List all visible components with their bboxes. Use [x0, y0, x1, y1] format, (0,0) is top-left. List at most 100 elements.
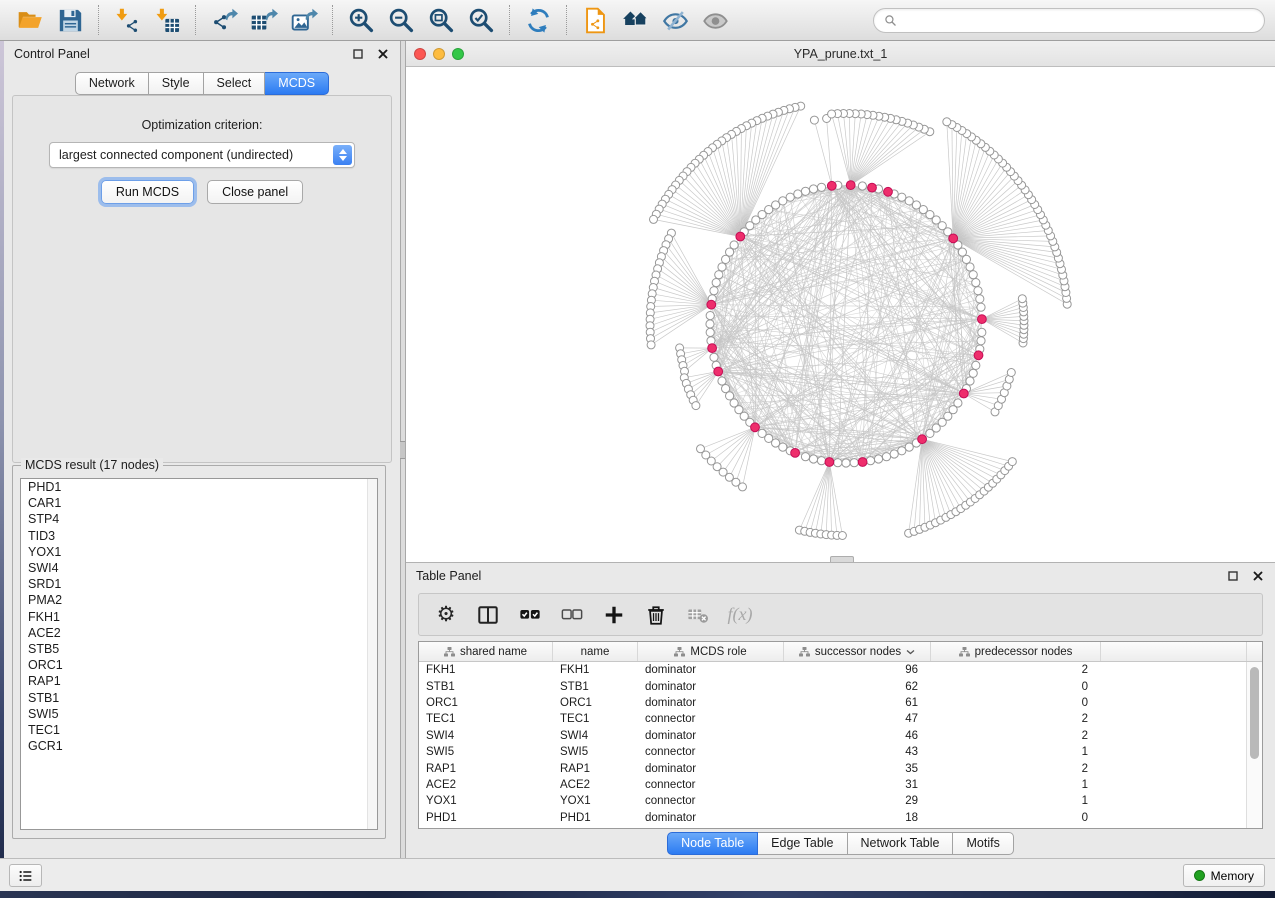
network-node[interactable] — [791, 449, 800, 458]
mcds-result-item[interactable]: TID3 — [21, 528, 377, 544]
network-node[interactable] — [786, 193, 794, 201]
network-node[interactable] — [858, 458, 867, 467]
network-node[interactable] — [977, 337, 985, 345]
network-node[interactable] — [898, 193, 906, 201]
network-node[interactable] — [974, 351, 983, 360]
table-row[interactable]: SWI5SWI5connector431 — [419, 744, 1247, 760]
column-header-name[interactable]: name — [553, 642, 638, 661]
mcds-result-item[interactable]: STP4 — [21, 511, 377, 527]
import-network-button[interactable] — [109, 3, 145, 37]
network-graph[interactable] — [406, 66, 1275, 562]
table-row[interactable]: PHD1PHD1dominator180 — [419, 810, 1247, 826]
add-column-button[interactable] — [599, 600, 629, 630]
tab-select[interactable]: Select — [204, 72, 266, 95]
export-network-button[interactable] — [206, 3, 242, 37]
mcds-result-item[interactable]: STB5 — [21, 641, 377, 657]
network-node[interactable] — [736, 232, 745, 241]
splitter-grip[interactable] — [400, 441, 405, 459]
network-node[interactable] — [977, 303, 985, 311]
network-node[interactable] — [884, 187, 893, 196]
network-node[interactable] — [838, 532, 846, 540]
network-node[interactable] — [707, 300, 716, 309]
mcds-result-item[interactable]: FKH1 — [21, 609, 377, 625]
network-node[interactable] — [959, 389, 968, 398]
network-node[interactable] — [825, 458, 834, 467]
mcds-result-item[interactable]: SWI5 — [21, 706, 377, 722]
network-node[interactable] — [868, 183, 877, 192]
maximize-window-button[interactable] — [452, 48, 464, 60]
network-node[interactable] — [708, 344, 717, 353]
search-box[interactable] — [873, 8, 1265, 33]
mcds-result-item[interactable]: PHD1 — [21, 479, 377, 495]
network-node[interactable] — [842, 459, 850, 467]
network-node[interactable] — [810, 116, 818, 124]
network-node[interactable] — [718, 377, 726, 385]
deselect-all-button[interactable] — [557, 600, 587, 630]
table-row[interactable]: FKH1FKH1dominator962 — [419, 662, 1247, 678]
network-node[interactable] — [874, 455, 882, 463]
network-node[interactable] — [978, 315, 987, 324]
mcds-result-item[interactable]: ACE2 — [21, 625, 377, 641]
network-node[interactable] — [943, 118, 951, 126]
network-node[interactable] — [966, 377, 974, 385]
float-panel-button[interactable] — [351, 47, 365, 61]
network-node[interactable] — [827, 181, 836, 190]
network-node[interactable] — [974, 287, 982, 295]
network-node[interactable] — [834, 459, 842, 467]
network-node[interactable] — [650, 215, 658, 223]
network-node[interactable] — [954, 399, 962, 407]
mcds-result-item[interactable]: STB1 — [21, 690, 377, 706]
tab-motifs[interactable]: Motifs — [953, 832, 1013, 855]
network-node[interactable] — [706, 312, 714, 320]
network-node[interactable] — [692, 402, 700, 410]
column-header-predecessor-nodes[interactable]: predecessor nodes — [931, 642, 1101, 661]
network-node[interactable] — [898, 447, 906, 455]
network-node[interactable] — [779, 443, 787, 451]
table-row[interactable]: YOX1YOX1connector291 — [419, 793, 1247, 809]
export-table-button[interactable] — [246, 3, 282, 37]
toggle-panes-button[interactable] — [473, 600, 503, 630]
mcds-result-item[interactable]: ORC1 — [21, 657, 377, 673]
optimization-criterion-select[interactable]: largest connected component (undirected) — [49, 142, 355, 168]
table-row[interactable]: RAP1RAP1dominator352 — [419, 760, 1247, 776]
network-canvas[interactable] — [406, 66, 1275, 562]
settings-gear-button[interactable]: ⚙ — [431, 600, 461, 630]
mcds-result-item[interactable]: YOX1 — [21, 544, 377, 560]
column-header-MCDS-role[interactable]: MCDS role — [638, 642, 784, 661]
network-node[interactable] — [647, 341, 655, 349]
network-node[interactable] — [751, 423, 760, 432]
network-node[interactable] — [969, 271, 977, 279]
zoom-selected-button[interactable] — [463, 3, 499, 37]
network-node[interactable] — [890, 450, 898, 458]
network-node[interactable] — [850, 459, 858, 467]
mcds-result-item[interactable]: TEC1 — [21, 722, 377, 738]
table-row[interactable]: SWI4SWI4dominator462 — [419, 728, 1247, 744]
tab-network[interactable]: Network — [75, 72, 149, 95]
zoom-fit-button[interactable] — [423, 3, 459, 37]
task-history-button[interactable] — [9, 864, 42, 887]
table-scrollbar[interactable] — [1246, 662, 1262, 828]
network-node[interactable] — [715, 271, 723, 279]
run-mcds-button[interactable]: Run MCDS — [101, 180, 194, 204]
tab-network-table[interactable]: Network Table — [848, 832, 954, 855]
network-node[interactable] — [817, 183, 825, 191]
close-panel-action-button[interactable]: Close panel — [207, 180, 303, 204]
network-node[interactable] — [976, 295, 984, 303]
tab-edge-table[interactable]: Edge Table — [758, 832, 847, 855]
float-table-panel-button[interactable] — [1226, 569, 1240, 583]
network-node[interactable] — [846, 181, 855, 190]
neighbors-button[interactable] — [617, 3, 653, 37]
network-node[interactable] — [866, 457, 874, 465]
minimize-window-button[interactable] — [433, 48, 445, 60]
tab-node-table[interactable]: Node Table — [667, 832, 758, 855]
table-row[interactable]: STB1STB1dominator620 — [419, 678, 1247, 694]
network-node[interactable] — [706, 320, 714, 328]
mcds-result-item[interactable]: SWI4 — [21, 560, 377, 576]
column-header-shared-name[interactable]: shared name — [419, 642, 553, 661]
network-node[interactable] — [712, 279, 720, 287]
network-node[interactable] — [858, 182, 866, 190]
mcds-result-item[interactable]: RAP1 — [21, 673, 377, 689]
table-row[interactable]: ACE2ACE2connector311 — [419, 777, 1247, 793]
close-panel-button[interactable] — [376, 47, 390, 61]
table-row[interactable]: ORC1ORC1dominator610 — [419, 695, 1247, 711]
